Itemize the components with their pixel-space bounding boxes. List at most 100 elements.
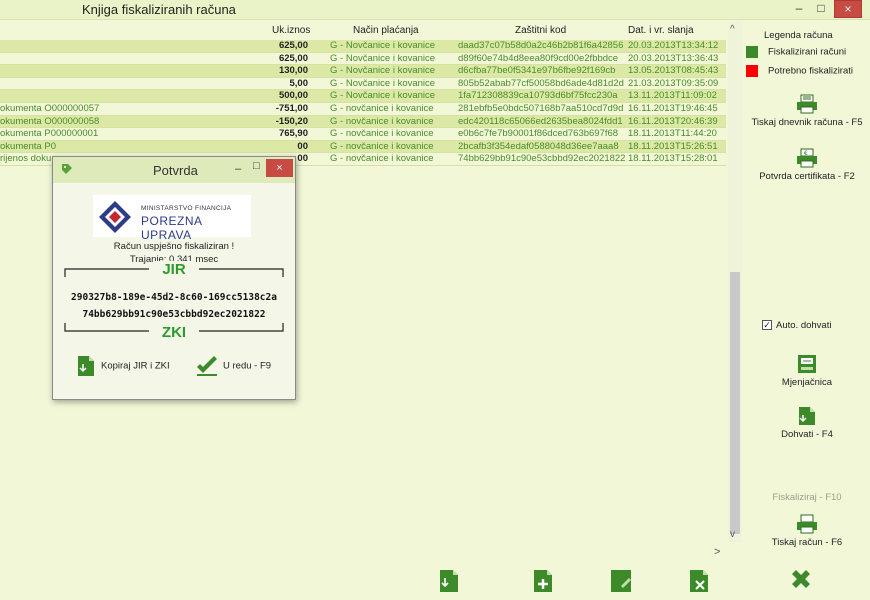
window-close-button[interactable]: × <box>834 0 862 18</box>
cell-payment: G - Novčanice i kovanice <box>330 77 436 89</box>
tag-icon <box>62 164 72 174</box>
cell-payment: G - Novčanice i kovanice <box>330 52 436 64</box>
scroll-right-icon[interactable]: > <box>714 546 720 558</box>
cell-document: okumenta P0 <box>0 140 56 152</box>
window-minimize-button[interactable]: – <box>790 0 808 18</box>
right-panel: Legenda računa Fiskalizirani računi Potr… <box>744 22 870 600</box>
table-row[interactable]: 5,00 G - Novčanice i kovanice 805b52abab77… <box>0 78 726 91</box>
edit-document-icon[interactable] <box>608 568 634 594</box>
cell-date: 16.11.2013T20:46:39 <box>628 115 718 127</box>
dialog-close-button[interactable]: × <box>266 159 293 177</box>
cell-zki: d89f60e74b4d8eea80f9cd00e2fbbdce <box>458 52 619 64</box>
window-maximize-button[interactable]: □ <box>812 0 830 18</box>
confirmation-dialog: Potvrda – □ × MINISTARSTVO FINANCIJA POR… <box>52 156 296 400</box>
cell-date: 13.11.2013T11:09:02 <box>628 90 717 102</box>
cell-amount: 500,00 <box>278 90 308 102</box>
fetch-label: Dohvati - F4 <box>781 429 833 440</box>
print-invoice-button[interactable]: Tiskaj račun - F6 <box>744 514 870 548</box>
cell-document: okumenta P000000001 <box>0 128 99 140</box>
table-row[interactable]: 500,00 G - Novčanice i kovanice 1fa7123088… <box>0 90 726 103</box>
auto-fetch-checkbox[interactable]: ✓ Auto. dohvati <box>762 320 831 331</box>
dialog-maximize-button[interactable]: □ <box>253 160 260 172</box>
zki-value[interactable]: 74bb629bb91c90e53cbbd92ec2021822 <box>53 309 295 320</box>
scroll-down-icon[interactable]: v <box>730 529 735 540</box>
open-document-icon[interactable] <box>436 568 462 594</box>
legend-swatch-red <box>746 65 758 77</box>
delete-document-icon[interactable] <box>686 568 712 594</box>
header-payment[interactable]: Način plaćanja <box>353 25 419 36</box>
auto-fetch-label: Auto. dohvati <box>776 320 832 331</box>
print-journal-button[interactable]: Tiskaj dnevnik računa - F5 <box>744 94 870 128</box>
exchange-button[interactable]: Mjenjačnica <box>744 354 870 388</box>
cell-date: 21.03.2013T09:35:09 <box>628 77 719 89</box>
cell-zki: 2bcafb3f354edaf0588048d36ee7aaa8 <box>458 140 619 152</box>
success-message: Račun uspješno fiskaliziran ! <box>113 241 235 252</box>
cell-amount: 00 <box>297 140 308 152</box>
copy-jir-zki-button[interactable]: Kopiraj JIR i ZKI <box>75 355 170 377</box>
table-row[interactable]: okumenta P0 00 G - novčanice i kovanice 2bc… <box>0 140 726 154</box>
table-row[interactable]: 625,00 G - Novčanice i kovanice daad37c07b… <box>0 40 726 53</box>
table-row[interactable]: okumenta O000000057 -751,00 G - novčanice … <box>0 103 726 116</box>
print-invoice-label: Tiskaj račun - F6 <box>771 537 843 548</box>
certificate-icon: € <box>797 148 817 168</box>
certificate-button[interactable]: € Potvrda certifikata - F2 <box>744 148 870 182</box>
cell-date: 20.03.2013T13:34:12 <box>628 40 719 51</box>
cell-amount: -150,20 <box>275 115 308 127</box>
cell-zki: e0b6c7fe7b90001f86dced763b697f68 <box>458 128 619 140</box>
table-row[interactable]: okumenta P000000001 765,90 G - novčanice i… <box>0 128 726 141</box>
dialog-title: Potvrda <box>153 163 198 178</box>
scroll-up-icon[interactable]: ^ <box>730 24 735 35</box>
jir-value[interactable]: 290327b8-189e-45d2-8c60-169cc5138c2a <box>53 292 295 303</box>
cell-payment: G - Novčanice i kovanice <box>330 40 436 51</box>
legend-title: Legenda računa <box>764 30 833 41</box>
fetch-button[interactable]: Dohvati - F4 <box>744 406 870 440</box>
printer-icon <box>797 514 817 534</box>
certificate-label: Potvrda certifikata - F2 <box>759 171 855 182</box>
cell-amount: -751,00 <box>275 103 308 114</box>
jir-label: JIR <box>153 261 195 278</box>
svg-text:€: € <box>804 150 808 157</box>
table-row[interactable]: 130,00 G - Novčanice i kovanice d6cfba77be… <box>0 65 726 78</box>
printer-icon <box>797 94 817 114</box>
cell-zki: d6cfba77be0f5341e97b6fbe92f169cb <box>458 65 616 77</box>
table-row[interactable]: 625,00 G - Novčanice i kovanice d89f60e74b… <box>0 53 726 66</box>
fetch-document-icon <box>799 407 815 425</box>
window-title: Knjiga fiskaliziranih računa <box>82 2 236 17</box>
porezna-uprava-logo: MINISTARSTVO FINANCIJA POREZNA UPRAVA <box>93 195 251 242</box>
cell-amount: 625,00 <box>278 40 308 51</box>
legend-item-pending: Potrebno fiskalizirati <box>746 65 853 77</box>
cell-zki: 1fa712308839ca10793d6bf75fcc230a <box>458 90 618 102</box>
cell-zki: 281ebfb5e0bdc507168b7aa510cd7d9d <box>458 103 624 114</box>
cell-date: 13.05.2013T08:45:43 <box>628 65 719 77</box>
header-zki[interactable]: Zaštitni kod <box>515 25 566 36</box>
vertical-scrollbar[interactable]: ^ v <box>728 22 742 542</box>
close-x-icon[interactable] <box>788 568 814 594</box>
cell-payment: G - Novčanice i kovanice <box>330 65 436 77</box>
checkmark-icon <box>197 356 217 376</box>
cell-date: 16.11.2013T19:46:45 <box>628 103 718 114</box>
cell-payment: G - novčanice i kovanice <box>330 128 434 140</box>
logo-name: POREZNA UPRAVA <box>141 214 202 242</box>
cell-date: 18.11.2013T15:26:51 <box>628 140 718 152</box>
add-document-icon[interactable] <box>530 568 556 594</box>
title-bar: Knjiga fiskaliziranih računa – □ × <box>0 0 870 20</box>
table-row[interactable]: okumenta O000000058 -150,20 G - novčanice … <box>0 115 726 129</box>
cell-amount: 765,90 <box>278 128 308 140</box>
scroll-thumb[interactable] <box>730 272 740 534</box>
cell-zki: 805b52abab77cf50058bd6ade4d81d2d <box>458 77 624 89</box>
cell-amount: 5,00 <box>289 77 309 89</box>
fiscalize-button[interactable]: Fiskaliziraj - F10 <box>744 492 870 503</box>
cell-zki: 74bb629bb91c90e53cbbd92ec2021822 <box>458 153 626 165</box>
ok-label: U redu - F9 <box>223 360 272 372</box>
checkbox-checked-icon[interactable]: ✓ <box>762 320 772 331</box>
dialog-minimize-button[interactable]: – <box>235 163 241 175</box>
header-date[interactable]: Dat. i vr. slanja <box>628 25 694 36</box>
cell-payment: G - novčanice i kovanice <box>330 140 434 152</box>
cell-payment: G - novčanice i kovanice <box>330 115 434 127</box>
cell-date: 18.11.2013T15:28:01 <box>628 153 718 165</box>
legend-swatch-green <box>746 46 758 58</box>
header-amount[interactable]: Uk.iznos <box>272 25 310 36</box>
fiscalize-label: Fiskaliziraj - F10 <box>772 492 842 503</box>
ok-button[interactable]: U redu - F9 <box>195 355 271 377</box>
print-journal-label: Tiskaj dnevnik računa - F5 <box>751 117 863 128</box>
